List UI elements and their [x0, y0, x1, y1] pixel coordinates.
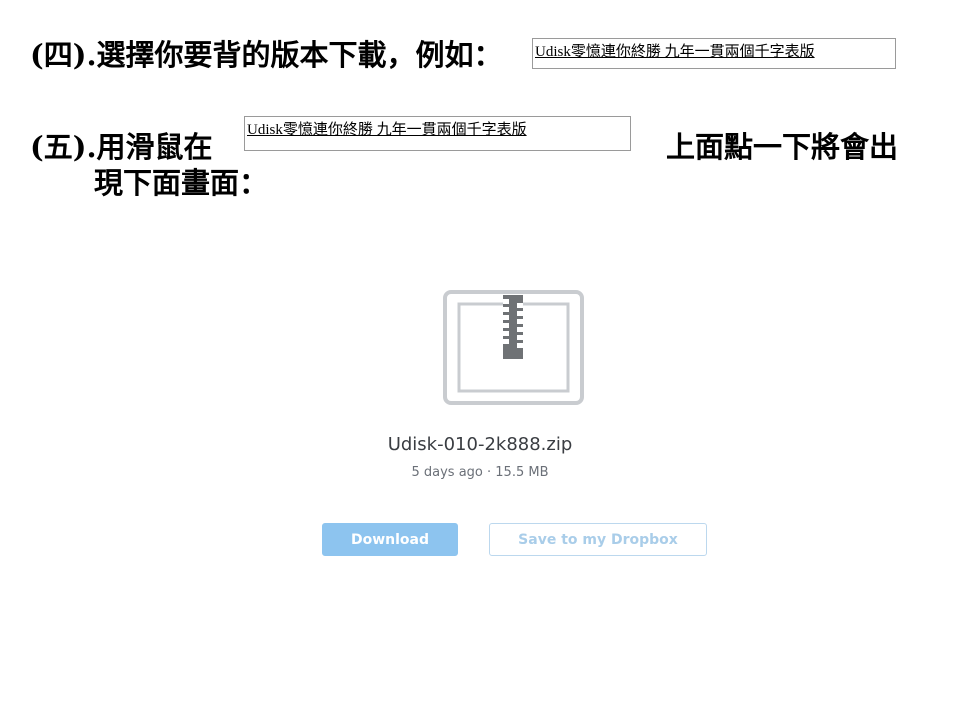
file-meta: 5 days ago · 15.5 MB — [411, 465, 549, 480]
download-button[interactable]: Download — [322, 523, 458, 556]
save-to-dropbox-button[interactable]: Save to my Dropbox — [489, 523, 707, 556]
file-name: Udisk-010-2k888.zip — [387, 434, 573, 455]
step5-example-link-box: Udisk零憶連你終勝 九年一貫兩個千字表版 — [244, 116, 631, 151]
zip-file-icon — [443, 290, 584, 405]
step4-instruction: (四).選擇你要背的版本下載，例如： — [30, 38, 503, 72]
step5-instruction-start: (五).用滑鼠在 — [30, 130, 213, 164]
step4-example-link-box: Udisk零憶連你終勝 九年一貫兩個千字表版 — [532, 38, 896, 69]
step5-instruction-line2: 現下面畫面： — [94, 166, 269, 200]
step5-instruction-end: 上面點一下將會出 — [666, 130, 899, 164]
